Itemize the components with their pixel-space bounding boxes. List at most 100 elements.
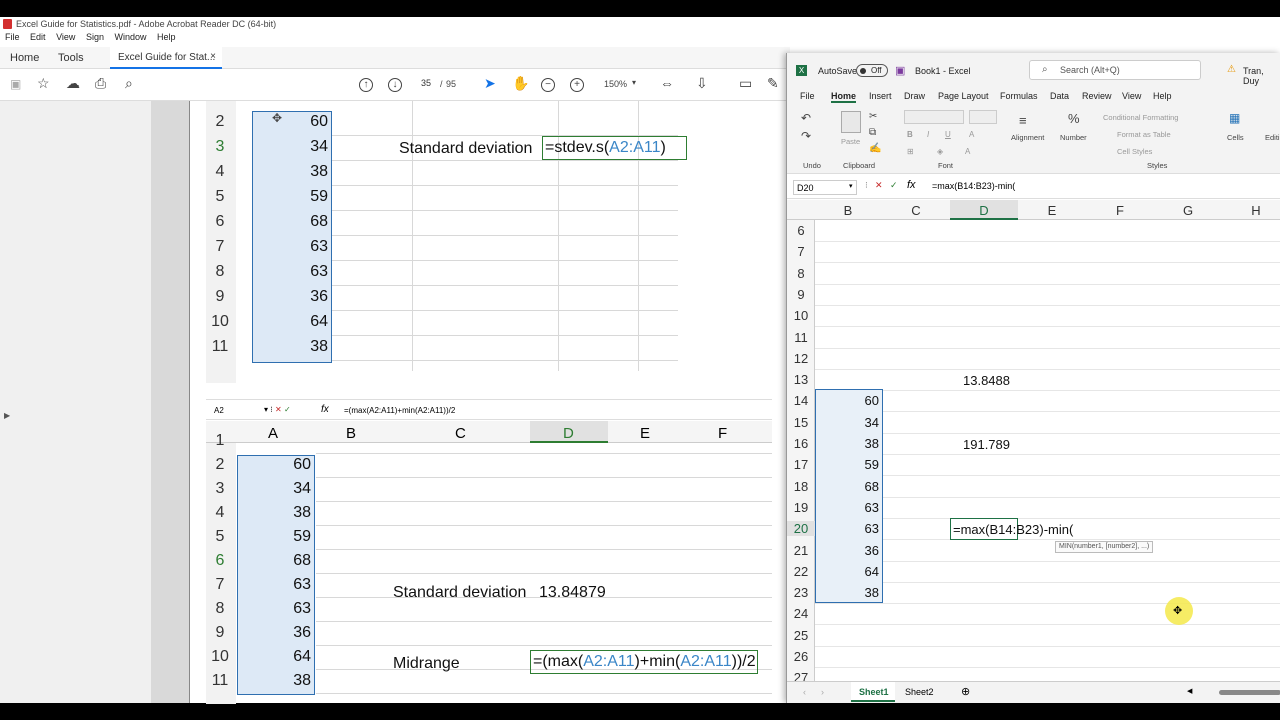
row-header[interactable]: 26: [787, 649, 815, 664]
fit-page-icon[interactable]: ⇔: [660, 75, 674, 91]
format-as-table[interactable]: Format as Table: [1117, 130, 1171, 139]
row-header[interactable]: 8: [787, 266, 815, 281]
scroll-left-icon[interactable]: ◀: [1187, 687, 1192, 695]
format-painter-icon[interactable]: ✍: [869, 143, 881, 154]
fill-color-icon[interactable]: ◈: [937, 147, 943, 156]
data-cell[interactable]: 63: [815, 521, 879, 536]
pen-icon[interactable]: ✎: [767, 75, 779, 92]
zoom-out-icon[interactable]: −: [541, 78, 555, 92]
data-cell[interactable]: 38: [815, 436, 879, 451]
tab-review[interactable]: Review: [1082, 91, 1112, 101]
page-down-icon[interactable]: ↓: [388, 78, 402, 92]
row-header[interactable]: 20: [787, 521, 815, 537]
paste-icon[interactable]: [841, 111, 861, 133]
cell-d16[interactable]: 191.789: [963, 437, 1010, 452]
save-icon[interactable]: ▣: [10, 77, 21, 91]
row-header[interactable]: 18: [787, 479, 815, 494]
horizontal-scrollbar[interactable]: [1219, 690, 1280, 695]
formula-input[interactable]: =max(B14:B23)-min(: [932, 181, 1015, 191]
excel-grid[interactable]: 6 7 8 9 10 11 12 13 14 15 16 17 18 19 20 21 22 23 24 25 26 27…: [787, 220, 1280, 681]
add-sheet-icon[interactable]: ⊕: [961, 685, 970, 698]
row-header[interactable]: 13: [787, 372, 815, 387]
user-name[interactable]: Tran, Duy: [1243, 66, 1280, 86]
tab-home[interactable]: Home: [10, 52, 39, 64]
namebox-dropdown-icon[interactable]: ▾: [849, 182, 853, 190]
cell-d13[interactable]: 13.8488: [963, 373, 1010, 388]
row-header[interactable]: 24: [787, 606, 815, 621]
row-header[interactable]: 25: [787, 628, 815, 643]
tab-view[interactable]: View: [1122, 91, 1141, 101]
row-header[interactable]: 15: [787, 415, 815, 430]
name-box[interactable]: D20: [793, 180, 857, 195]
page-number-input[interactable]: 35: [412, 78, 440, 92]
tab-help[interactable]: Help: [1153, 91, 1172, 101]
redo-icon[interactable]: ↷: [801, 129, 811, 143]
data-cell[interactable]: 34: [815, 415, 879, 430]
font-name-box[interactable]: [904, 110, 964, 124]
print-icon[interactable]: ⎙: [95, 75, 106, 92]
bold-icon[interactable]: B: [907, 130, 913, 139]
row-header[interactable]: 19: [787, 500, 815, 515]
scroll-mode-icon[interactable]: ⇩: [696, 75, 708, 92]
search-box[interactable]: ⌕ Search (Alt+Q): [1029, 60, 1201, 80]
menu-help[interactable]: Help: [157, 32, 176, 42]
enter-icon[interactable]: ✓: [890, 180, 898, 191]
page-up-icon[interactable]: ↑: [359, 78, 373, 92]
percent-icon[interactable]: %: [1068, 111, 1080, 126]
italic-icon[interactable]: I: [927, 130, 929, 139]
row-header[interactable]: 17: [787, 457, 815, 472]
select-arrow-icon[interactable]: ➤: [484, 75, 496, 92]
tab-home[interactable]: Home: [831, 91, 857, 103]
row-header[interactable]: 16: [787, 436, 815, 451]
undo-icon[interactable]: ↶: [801, 111, 811, 125]
menu-view[interactable]: View: [56, 32, 75, 42]
col-b[interactable]: B: [814, 203, 882, 218]
borders-icon[interactable]: ⊞: [907, 147, 914, 156]
row-header[interactable]: 27: [787, 670, 815, 681]
sheet2-tab[interactable]: Sheet2: [905, 687, 934, 697]
data-cell[interactable]: 63: [815, 500, 879, 515]
row-header[interactable]: 21: [787, 543, 815, 558]
data-cell[interactable]: 60: [815, 393, 879, 408]
tab-draw[interactable]: Draw: [904, 91, 925, 101]
row-header[interactable]: 14: [787, 393, 815, 408]
data-cell[interactable]: 36: [815, 543, 879, 558]
upload-cloud-icon[interactable]: ☁: [66, 75, 80, 92]
tab-formulas[interactable]: Formulas: [1000, 91, 1038, 101]
expand-pane-icon[interactable]: ▶: [4, 411, 10, 420]
col-g[interactable]: G: [1154, 203, 1222, 218]
tab-data[interactable]: Data: [1050, 91, 1069, 101]
cell-d20-editing[interactable]: =max(B14:B23)-min(: [950, 518, 1073, 540]
tab-insert[interactable]: Insert: [869, 91, 892, 101]
insert-function-icon[interactable]: fx: [907, 179, 916, 191]
underline-icon[interactable]: U: [945, 130, 951, 139]
font-color-icon[interactable]: A: [965, 147, 970, 156]
col-c[interactable]: C: [882, 203, 950, 218]
tab-document[interactable]: Excel Guide for Stat... ×: [110, 47, 222, 69]
col-h[interactable]: H: [1222, 203, 1280, 218]
cells-icon[interactable]: ▦: [1229, 111, 1240, 125]
cell-styles[interactable]: Cell Styles: [1117, 147, 1152, 156]
tab-tools[interactable]: Tools: [58, 52, 84, 64]
cut-icon[interactable]: ✂: [869, 111, 877, 122]
zoom-in-icon[interactable]: +: [570, 78, 584, 92]
row-header[interactable]: 11: [787, 330, 815, 345]
font-grow-icon[interactable]: A: [969, 130, 974, 139]
data-cell[interactable]: 68: [815, 479, 879, 494]
copy-icon[interactable]: ⧉: [869, 127, 876, 138]
autosave-toggle[interactable]: Off: [856, 64, 888, 77]
zoom-dropdown-icon[interactable]: ▾: [632, 78, 636, 87]
save-icon[interactable]: ▣: [895, 64, 905, 77]
cancel-icon[interactable]: ✕: [875, 180, 883, 191]
menu-file[interactable]: File: [5, 32, 20, 42]
sheet-prev-icon[interactable]: ‹: [803, 687, 806, 697]
font-size-box[interactable]: [969, 110, 997, 124]
hand-icon[interactable]: ✋: [512, 75, 529, 92]
zoom-search-icon[interactable]: ⌕: [125, 75, 133, 92]
row-header[interactable]: 23: [787, 585, 815, 600]
tab-page-layout[interactable]: Page Layout: [938, 91, 989, 101]
comment-icon[interactable]: ▭: [739, 75, 752, 92]
row-header[interactable]: 9: [787, 287, 815, 302]
menu-edit[interactable]: Edit: [30, 32, 46, 42]
col-f[interactable]: F: [1086, 203, 1154, 218]
